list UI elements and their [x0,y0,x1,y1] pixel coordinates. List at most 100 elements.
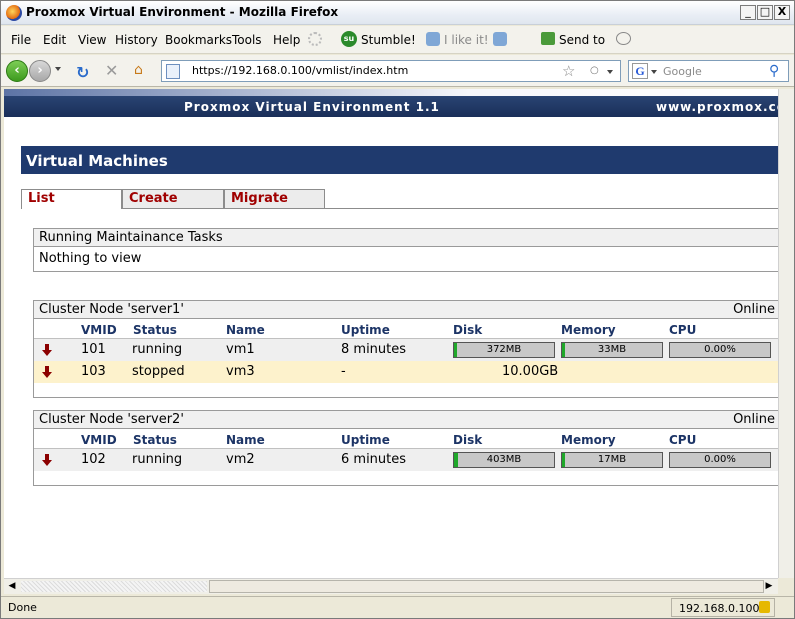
menu-tools[interactable]: Tools [232,33,262,47]
col-name[interactable]: Name [226,433,265,447]
search-input[interactable]: Google [663,65,702,78]
firefox-icon [6,5,22,21]
search-box[interactable]: G Google ⚲ [628,60,789,82]
page-icon [166,64,180,79]
node-title: Cluster Node 'server1' [39,302,184,317]
url-text: https://192.168.0.100/vmlist/index.htm [192,64,409,77]
expand-arrow-icon[interactable] [42,454,52,466]
vm-row[interactable]: 103 stopped vm3 - 10.00GB [34,361,778,383]
thumbs-up-icon [426,32,440,46]
back-button[interactable]: ‹ [6,60,28,82]
vm-name[interactable]: vm1 [226,342,255,357]
tab-list[interactable]: List [21,189,122,209]
like-button[interactable]: I like it! [444,33,489,47]
url-dropdown-icon[interactable] [607,70,613,74]
col-uptime[interactable]: Uptime [341,433,390,447]
column-headers: VMID Status Name Uptime Disk Memory CPU [34,319,778,339]
vm-status: running [132,452,183,467]
col-status[interactable]: Status [133,323,177,337]
tab-migrate[interactable]: Migrate [224,189,325,208]
memory-bar: 33MB [561,342,663,358]
cluster-node-panel: Cluster Node 'server1' Online VMID Statu… [33,300,778,398]
scroll-thumb[interactable] [209,580,764,593]
search-engine-dropdown-icon[interactable] [651,70,657,74]
tab-create[interactable]: Create [122,189,224,208]
scroll-left-icon[interactable]: ◀ [5,580,19,593]
close-button[interactable]: X [774,5,790,20]
banner-title: Proxmox Virtual Environment 1.1 [184,100,440,114]
col-disk[interactable]: Disk [453,323,482,337]
node-header: Cluster Node 'server2' Online [34,411,778,429]
forward-button[interactable]: › [29,60,51,82]
expand-arrow-icon[interactable] [42,344,52,356]
expand-arrow-icon[interactable] [42,366,52,378]
maximize-button[interactable]: □ [757,5,773,20]
browser-window: Proxmox Virtual Environment - Mozilla Fi… [0,0,795,619]
thumbs-down-icon[interactable] [493,32,507,46]
vm-name[interactable]: vm3 [226,364,255,379]
feed-icon: ○ [590,65,599,76]
col-cpu[interactable]: CPU [669,433,696,447]
send-to-button[interactable]: Send to [559,33,605,47]
banner-gradient [4,89,778,96]
status-bar: Done 192.168.0.100 [1,596,794,618]
menu-help[interactable]: Help [273,33,300,47]
vm-status: running [132,342,183,357]
vm-uptime: 6 minutes [341,452,407,467]
home-icon[interactable]: ⌂ [134,62,143,78]
stop-icon[interactable]: ✕ [105,61,118,80]
node-title: Cluster Node 'server2' [39,412,184,427]
stumble-button[interactable]: Stumble! [361,33,416,47]
col-vmid[interactable]: VMID [81,433,117,447]
vm-status: stopped [132,364,185,379]
col-disk[interactable]: Disk [453,433,482,447]
vm-disk-total: 10.00GB [502,364,559,379]
menu-file[interactable]: File [11,33,31,47]
scroll-track[interactable] [21,581,207,592]
cpu-bar: 0.00% [669,452,771,468]
reload-icon[interactable]: ↻ [76,63,89,82]
google-icon[interactable]: G [632,63,648,79]
disk-bar: 403MB [453,452,555,468]
menu-edit[interactable]: Edit [43,33,66,47]
col-memory[interactable]: Memory [561,433,616,447]
col-status[interactable]: Status [133,433,177,447]
bookmark-star-icon[interactable]: ☆ [562,62,575,80]
navigation-bar: ‹ › ↻ ✕ ⌂ https://192.168.0.100/vmlist/i… [1,55,794,87]
banner-url[interactable]: www.proxmox.com [656,100,778,114]
node-state: Online [733,412,775,427]
node-header: Cluster Node 'server1' Online [34,301,778,319]
url-bar[interactable]: https://192.168.0.100/vmlist/index.htm ☆… [161,60,621,82]
col-uptime[interactable]: Uptime [341,323,390,337]
maintenance-panel: Running Maintainance Tasks Nothing to vi… [33,228,778,272]
page-content: Proxmox Virtual Environment 1.1 www.prox… [4,89,778,578]
menu-bookmarks[interactable]: Bookmarks [165,33,232,47]
cluster-node-panel: Cluster Node 'server2' Online VMID Statu… [33,410,778,486]
ssl-lock-icon[interactable] [759,601,770,613]
vm-vmid: 101 [81,342,106,357]
col-name[interactable]: Name [226,323,265,337]
search-icon[interactable]: ⚲ [769,63,779,79]
tab-bar: List Create Migrate [21,189,778,209]
horizontal-scrollbar[interactable]: ◀ ▶ [4,578,778,594]
cpu-bar: 0.00% [669,342,771,358]
history-dropdown-icon[interactable] [55,67,61,71]
menu-history[interactable]: History [115,33,158,47]
vm-row[interactable]: 101 running vm1 8 minutes 372MB 33MB 0.0… [34,339,778,361]
send-to-icon [541,32,555,45]
maintenance-header: Running Maintainance Tasks [34,229,778,247]
scroll-right-icon[interactable]: ▶ [762,580,776,593]
minimize-button[interactable]: _ [740,5,756,20]
vm-row[interactable]: 102 running vm2 6 minutes 403MB 17MB 0.0… [34,449,778,471]
col-cpu[interactable]: CPU [669,323,696,337]
col-vmid[interactable]: VMID [81,323,117,337]
proxmox-banner: Proxmox Virtual Environment 1.1 www.prox… [4,89,778,117]
comment-icon[interactable] [616,32,631,45]
col-memory[interactable]: Memory [561,323,616,337]
vertical-scrollbar[interactable] [778,89,794,578]
menu-view[interactable]: View [78,33,106,47]
title-bar: Proxmox Virtual Environment - Mozilla Fi… [1,1,794,25]
column-headers: VMID Status Name Uptime Disk Memory CPU [34,429,778,449]
vm-name[interactable]: vm2 [226,452,255,467]
vm-vmid: 103 [81,364,106,379]
